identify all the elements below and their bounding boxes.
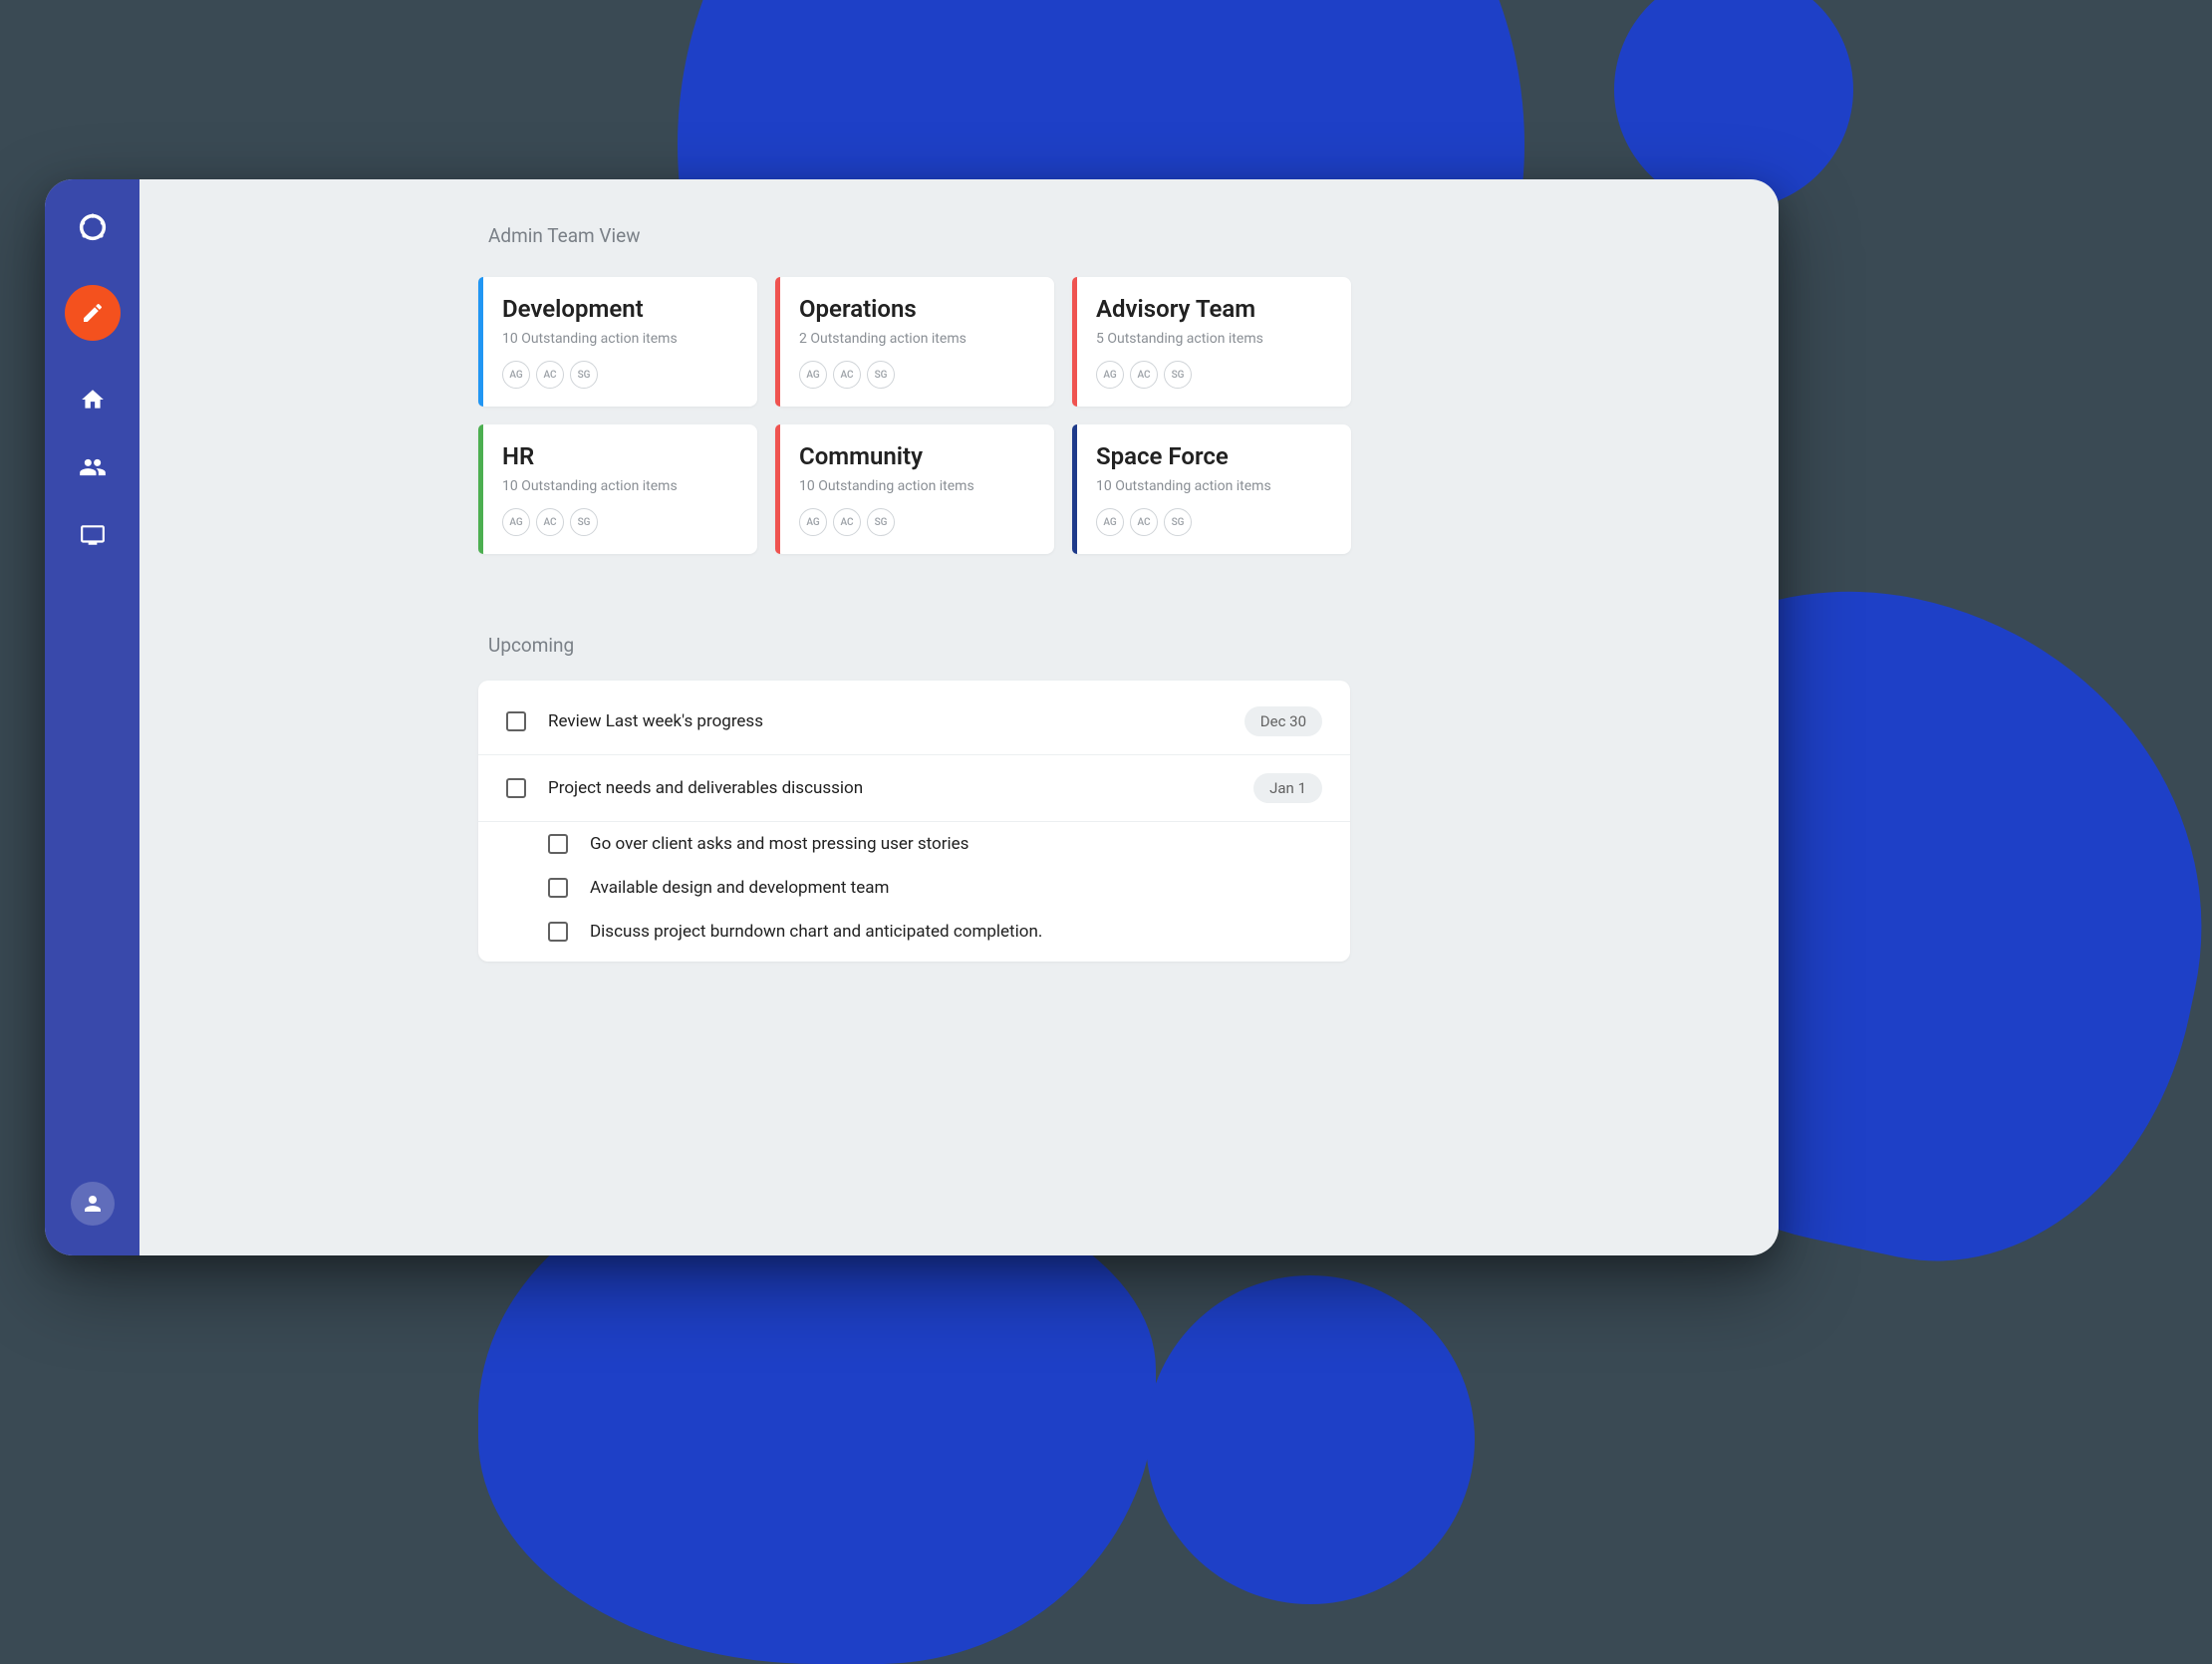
person-icon: [81, 1192, 105, 1216]
team-card-subtitle: 5 Outstanding action items: [1096, 331, 1331, 347]
avatar-row: AGACSG: [502, 508, 737, 536]
home-icon: [80, 387, 106, 413]
avatar-row: AGACSG: [1096, 361, 1331, 389]
team-card-title: Operations: [799, 295, 1034, 323]
item-text: Go over client asks and most pressing us…: [590, 834, 1322, 854]
app-window: Admin Team View Development 10 Outstandin…: [45, 179, 1779, 1255]
nav-people[interactable]: [79, 453, 107, 481]
team-card-title: Development: [502, 295, 737, 323]
upcoming-item: Review Last week's progressDec 30: [478, 689, 1350, 755]
avatar-chip: AC: [536, 361, 564, 389]
date-chip: Dec 30: [1244, 706, 1322, 736]
team-card[interactable]: HR 10 Outstanding action items AGACSG: [478, 424, 757, 554]
item-text: Available design and development team: [590, 878, 1322, 898]
avatar-row: AGACSG: [502, 361, 737, 389]
checkbox[interactable]: [548, 834, 568, 854]
create-button[interactable]: [65, 285, 121, 341]
checkbox[interactable]: [548, 878, 568, 898]
team-card-subtitle: 10 Outstanding action items: [1096, 478, 1331, 494]
item-text: Review Last week's progress: [548, 711, 1244, 731]
team-card-subtitle: 2 Outstanding action items: [799, 331, 1034, 347]
nav-home[interactable]: [79, 386, 107, 414]
upcoming-title: Upcoming: [488, 634, 1719, 657]
sidebar: [45, 179, 139, 1255]
avatar-chip: AG: [1096, 361, 1124, 389]
avatar-chip: AG: [799, 361, 827, 389]
avatar-chip: SG: [570, 508, 598, 536]
nav-monitor[interactable]: [79, 521, 107, 549]
avatar-row: AGACSG: [799, 361, 1034, 389]
avatar-chip: AG: [502, 361, 530, 389]
profile-button[interactable]: [71, 1182, 115, 1226]
sidebar-bottom: [71, 1182, 115, 1226]
team-card-subtitle: 10 Outstanding action items: [502, 478, 737, 494]
team-card-title: Space Force: [1096, 442, 1331, 470]
team-card-subtitle: 10 Outstanding action items: [502, 331, 737, 347]
avatar-chip: SG: [1164, 508, 1192, 536]
avatar-chip: AC: [833, 361, 861, 389]
page-title: Admin Team View: [488, 224, 1719, 247]
item-text: Project needs and deliverables discussio…: [548, 778, 1253, 798]
avatar-chip: SG: [570, 361, 598, 389]
upcoming-subitem: Discuss project burndown chart and antic…: [478, 910, 1350, 954]
team-card-subtitle: 10 Outstanding action items: [799, 478, 1034, 494]
avatar-chip: SG: [867, 508, 895, 536]
checkbox[interactable]: [506, 711, 526, 731]
avatar-chip: AG: [1096, 508, 1124, 536]
team-card[interactable]: Community 10 Outstanding action items AGAC…: [775, 424, 1054, 554]
avatar-chip: AC: [833, 508, 861, 536]
people-icon: [79, 453, 107, 481]
bg-circle-2: [1614, 0, 1853, 209]
team-card[interactable]: Advisory Team 5 Outstanding action items A…: [1072, 277, 1351, 407]
avatar-chip: AG: [502, 508, 530, 536]
bg-circle-5: [1146, 1275, 1475, 1604]
team-card[interactable]: Operations 2 Outstanding action items AGAC…: [775, 277, 1054, 407]
upcoming-panel: Review Last week's progressDec 30 Project…: [478, 681, 1350, 962]
monitor-icon: [80, 522, 106, 548]
avatar-chip: AC: [536, 508, 564, 536]
team-card-title: HR: [502, 442, 737, 470]
upcoming-subitem: Available design and development team: [478, 866, 1350, 910]
pencil-icon: [81, 301, 105, 325]
sidebar-nav: [79, 386, 107, 549]
upcoming-subitem: Go over client asks and most pressing us…: [478, 822, 1350, 866]
app-logo-icon: [75, 209, 111, 245]
checkbox[interactable]: [548, 922, 568, 942]
team-card[interactable]: Development 10 Outstanding action items AG…: [478, 277, 757, 407]
avatar-chip: SG: [867, 361, 895, 389]
avatar-chip: SG: [1164, 361, 1192, 389]
item-text: Discuss project burndown chart and antic…: [590, 922, 1322, 942]
date-chip: Jan 1: [1253, 773, 1322, 803]
main-content: Admin Team View Development 10 Outstandin…: [139, 179, 1779, 1255]
checkbox[interactable]: [506, 778, 526, 798]
team-card[interactable]: Space Force 10 Outstanding action items AG…: [1072, 424, 1351, 554]
avatar-chip: AG: [799, 508, 827, 536]
team-card-title: Advisory Team: [1096, 295, 1331, 323]
team-cards-grid: Development 10 Outstanding action items AG…: [478, 277, 1719, 554]
avatar-row: AGACSG: [1096, 508, 1331, 536]
upcoming-item: Project needs and deliverables discussio…: [478, 755, 1350, 822]
avatar-row: AGACSG: [799, 508, 1034, 536]
team-card-title: Community: [799, 442, 1034, 470]
avatar-chip: AC: [1130, 508, 1158, 536]
avatar-chip: AC: [1130, 361, 1158, 389]
